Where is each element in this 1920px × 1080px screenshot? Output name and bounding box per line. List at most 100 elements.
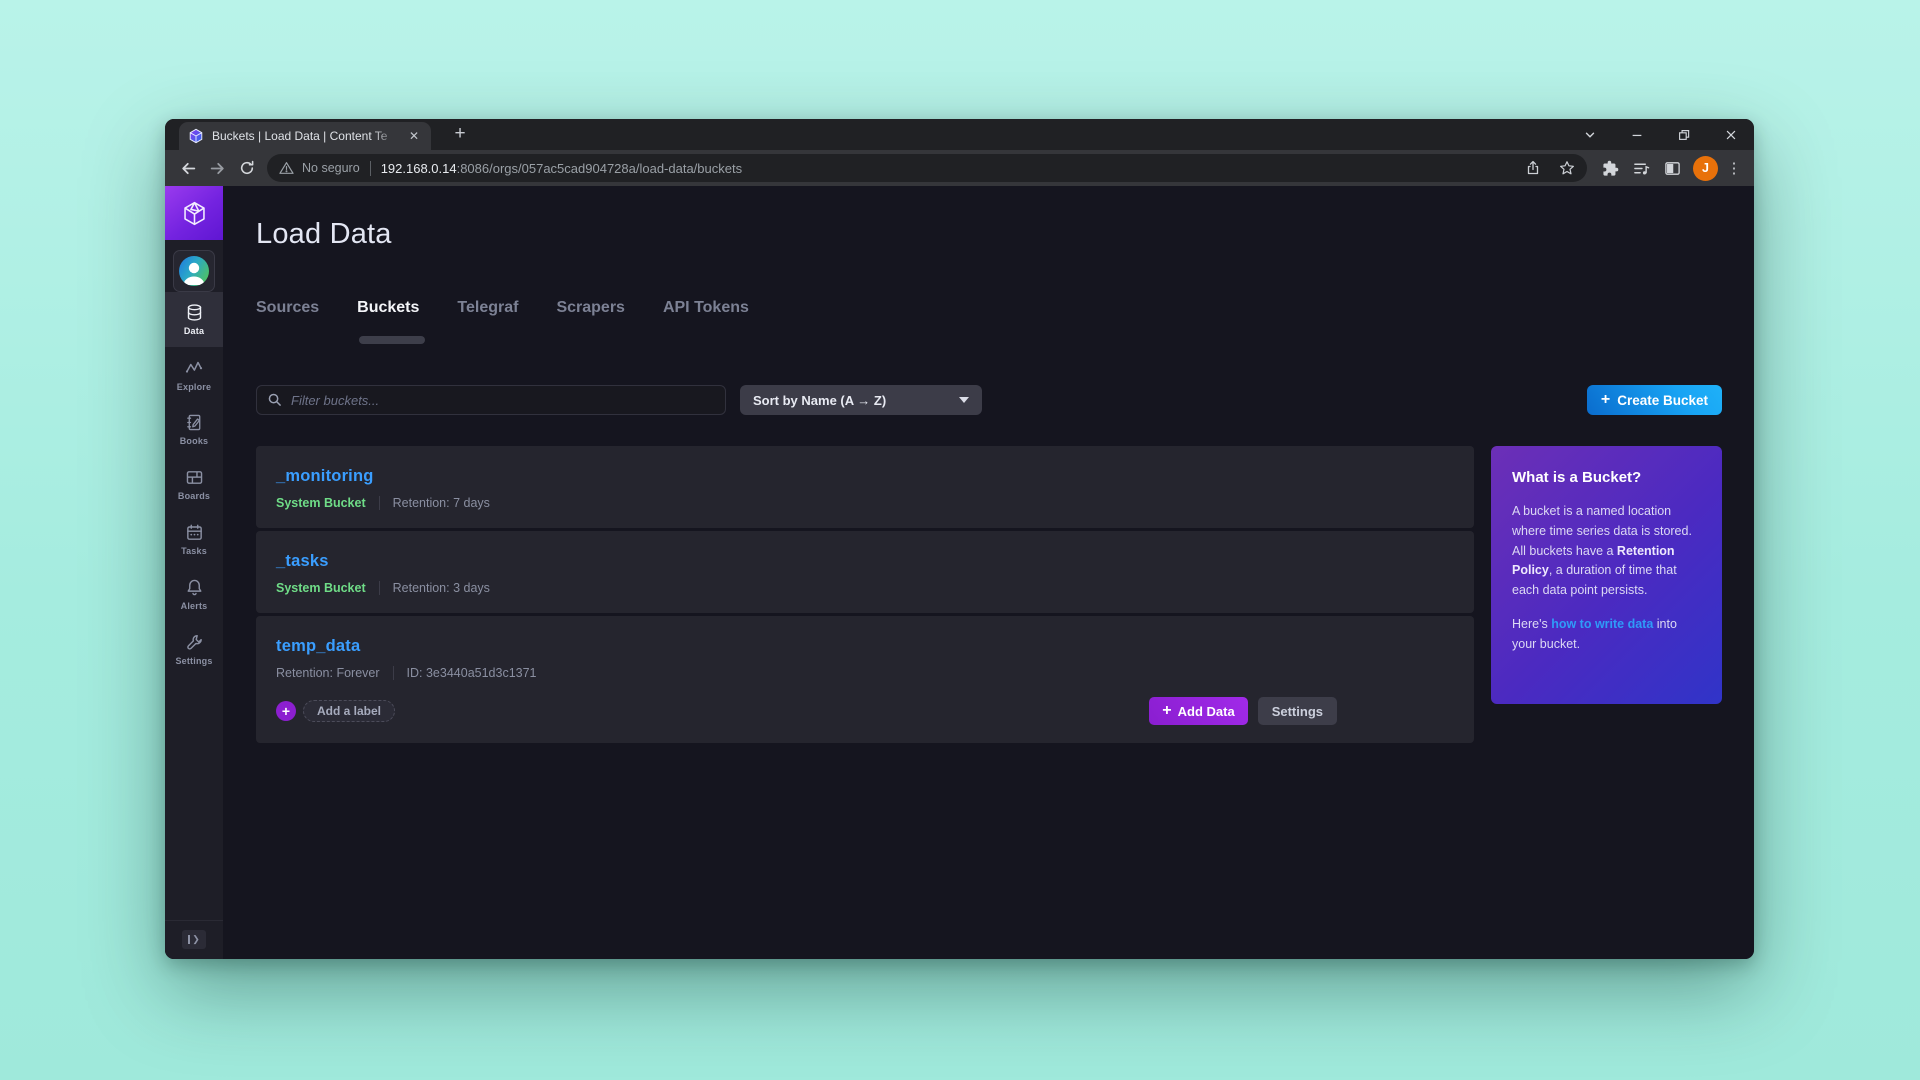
load-data-tabs: Sources Buckets Telegraf Scrapers API To… <box>256 299 1722 349</box>
tab-sources[interactable]: Sources <box>256 299 319 349</box>
sidebar-item-label: Books <box>180 436 209 446</box>
bucket-id-text: ID: 3e3440a51d3c1371 <box>407 666 537 680</box>
browser-window: Buckets | Load Data | Content Te ✕ + <box>165 119 1754 959</box>
bucket-settings-button[interactable]: Settings <box>1258 697 1337 725</box>
calendar-icon <box>185 523 204 542</box>
bell-icon <box>185 578 204 597</box>
sort-dropdown[interactable]: Sort by Name (A → Z) <box>740 385 982 415</box>
add-data-label: Add Data <box>1178 704 1235 719</box>
back-icon[interactable] <box>174 154 203 183</box>
create-bucket-label: Create Bucket <box>1617 393 1708 408</box>
address-bar[interactable]: No seguro 192.168.0.14:8086/orgs/057ac5c… <box>267 154 1587 182</box>
share-icon[interactable] <box>1525 160 1541 176</box>
sidebar-item-alerts[interactable]: Alerts <box>165 567 223 622</box>
bucket-name-link[interactable]: _tasks <box>276 552 1454 571</box>
panel-footer: Here's how to write data into your bucke… <box>1512 615 1701 655</box>
search-icon <box>267 392 282 407</box>
reload-icon[interactable] <box>232 154 261 183</box>
url-path: :8086/orgs/057ac5cad904728a/load-data/bu… <box>457 161 743 176</box>
bucket-card-monitoring[interactable]: _monitoring System Bucket Retention: 7 d… <box>256 446 1474 528</box>
media-controls-icon[interactable] <box>1626 154 1657 183</box>
influxdb-logo[interactable] <box>165 186 223 240</box>
meta-divider <box>379 496 380 510</box>
user-avatar-button[interactable] <box>173 250 215 292</box>
tab-search-icon[interactable] <box>1566 119 1613 150</box>
url-host: 192.168.0.14 <box>381 161 457 176</box>
bucket-card-temp-data[interactable]: temp_data Retention: Forever ID: 3e3440a… <box>256 616 1474 743</box>
url-divider <box>370 161 371 176</box>
how-to-write-data-link[interactable]: how to write data <box>1551 617 1653 631</box>
new-tab-button[interactable]: + <box>447 121 473 147</box>
restore-button[interactable] <box>1660 119 1707 150</box>
bucket-actions: + Add Data Settings <box>1149 697 1337 725</box>
expand-chevron: ❯ <box>192 934 200 945</box>
chevron-down-icon <box>959 397 969 403</box>
tab-telegraf[interactable]: Telegraf <box>457 299 518 349</box>
sort-dropdown-label: Sort by Name (A → Z) <box>753 393 886 408</box>
browser-menu-icon[interactable]: ⋮ <box>1723 154 1745 183</box>
browser-profile-avatar[interactable]: J <box>1693 156 1718 181</box>
wrench-icon <box>185 633 204 652</box>
sidebar-item-label: Tasks <box>181 546 207 556</box>
explore-graph-icon <box>184 358 204 378</box>
notebook-icon <box>185 413 204 432</box>
system-bucket-badge: System Bucket <box>276 581 366 595</box>
panel-body: A bucket is a named location where time … <box>1512 502 1701 601</box>
minimize-button[interactable] <box>1613 119 1660 150</box>
side-panel-icon[interactable] <box>1657 154 1688 183</box>
active-tab-indicator <box>359 336 425 344</box>
nav-rail: Data Explore Books Boards <box>165 186 223 959</box>
what-is-a-bucket-panel: What is a Bucket? A bucket is a named lo… <box>1491 446 1722 704</box>
url-text[interactable]: 192.168.0.14:8086/orgs/057ac5cad904728a/… <box>381 161 742 176</box>
plus-icon: + <box>1162 703 1171 719</box>
forward-icon[interactable] <box>203 154 232 183</box>
expand-nav-icon[interactable]: ❯ <box>182 930 206 949</box>
filter-buckets-input[interactable] <box>256 385 726 415</box>
tab-close-icon[interactable]: ✕ <box>406 128 422 144</box>
sidebar-item-explore[interactable]: Explore <box>165 347 223 402</box>
extensions-icon[interactable] <box>1595 154 1626 183</box>
bucket-name-link[interactable]: temp_data <box>276 637 1454 656</box>
tab-buckets[interactable]: Buckets <box>357 299 419 349</box>
panel-title: What is a Bucket? <box>1512 469 1701 487</box>
sidebar-item-tasks[interactable]: Tasks <box>165 512 223 567</box>
meta-divider <box>379 581 380 595</box>
tab-scrapers[interactable]: Scrapers <box>556 299 625 349</box>
browser-tab-strip: Buckets | Load Data | Content Te ✕ + <box>165 119 1754 150</box>
nav-rail-footer: ❯ <box>165 920 223 959</box>
sidebar-item-data[interactable]: Data <box>165 292 223 347</box>
influxdb-favicon <box>188 128 204 144</box>
sidebar-item-label: Boards <box>178 491 210 501</box>
panel-footer-text: Here's <box>1512 617 1551 631</box>
bucket-card-tasks[interactable]: _tasks System Bucket Retention: 3 days <box>256 531 1474 613</box>
add-data-button[interactable]: + Add Data <box>1149 697 1247 725</box>
sidebar-item-settings[interactable]: Settings <box>165 622 223 677</box>
close-window-button[interactable] <box>1707 119 1754 150</box>
bucket-name-link[interactable]: _monitoring <box>276 467 1454 486</box>
bucket-list: _monitoring System Bucket Retention: 7 d… <box>256 446 1474 743</box>
meta-divider <box>393 666 394 680</box>
retention-text: Retention: 7 days <box>393 496 490 510</box>
add-label-plus-icon[interactable]: + <box>276 701 296 721</box>
retention-text: Retention: 3 days <box>393 581 490 595</box>
bucket-card-bottom: + Add a label + Add Data Settings <box>276 697 1454 725</box>
security-warning-icon[interactable] <box>279 161 294 175</box>
create-bucket-button[interactable]: + Create Bucket <box>1587 385 1722 415</box>
add-label-pill[interactable]: Add a label <box>303 700 395 722</box>
bookmark-star-icon[interactable] <box>1559 160 1575 176</box>
security-label[interactable]: No seguro <box>302 161 360 175</box>
dashboard-icon <box>185 468 204 487</box>
tab-title: Buckets | Load Data | Content Te <box>212 129 398 143</box>
add-label-control[interactable]: + Add a label <box>276 700 395 722</box>
sidebar-item-boards[interactable]: Boards <box>165 457 223 512</box>
sidebar-item-label: Settings <box>175 656 212 666</box>
bucket-controls: Sort by Name (A → Z) + Create Bucket <box>256 385 1722 415</box>
window-controls <box>1566 119 1754 150</box>
tab-api-tokens[interactable]: API Tokens <box>663 299 749 349</box>
bucket-meta: Retention: Forever ID: 3e3440a51d3c1371 <box>276 666 1454 680</box>
expand-bar <box>188 935 190 944</box>
browser-tab[interactable]: Buckets | Load Data | Content Te ✕ <box>179 122 431 150</box>
sidebar-item-label: Alerts <box>181 601 208 611</box>
sidebar-item-books[interactable]: Books <box>165 402 223 457</box>
influxdb-app: Data Explore Books Boards <box>165 186 1754 959</box>
